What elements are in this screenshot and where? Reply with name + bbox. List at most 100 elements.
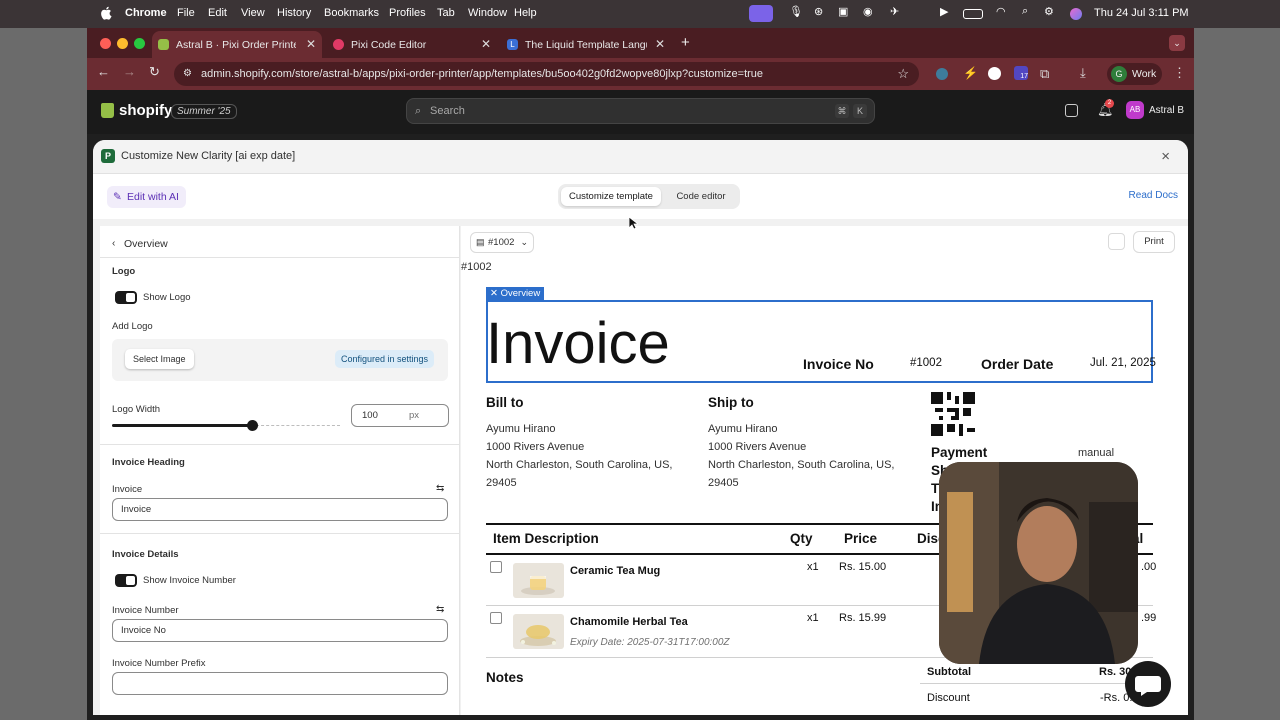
bookmark-star-icon[interactable]: ☆	[893, 62, 909, 86]
menu-profiles[interactable]: Profiles	[389, 7, 426, 19]
address-bar[interactable]: ⚙ admin.shopify.com/store/astral-b/apps/…	[174, 62, 919, 86]
more-menu-icon[interactable]: ⋮	[1173, 65, 1186, 81]
shopify-wordmark: shopify	[119, 102, 173, 119]
profile-button[interactable]: G Work	[1107, 63, 1162, 85]
invoice-prefix-input[interactable]	[112, 672, 448, 695]
calendar-icon[interactable]: ▣	[838, 5, 848, 18]
presenter-video	[939, 462, 1138, 664]
item-total: .00	[1141, 561, 1157, 573]
extension-icon[interactable]: ⚡	[963, 66, 978, 80]
show-logo-toggle[interactable]	[115, 291, 137, 304]
menu-window[interactable]: Window	[468, 7, 507, 19]
store-avatar[interactable]: AB	[1126, 101, 1144, 119]
read-docs-link[interactable]: Read Docs	[1129, 190, 1178, 201]
tab-customize-template[interactable]: Customize template	[561, 187, 661, 206]
kbd-k: K	[853, 104, 867, 118]
shopify-logo[interactable]: shopify	[101, 102, 172, 119]
sync-icon[interactable]: ⊛	[814, 5, 823, 18]
menu-history[interactable]: History	[277, 7, 311, 19]
menu-file[interactable]: File	[177, 7, 195, 19]
close-modal-icon[interactable]: ×	[1161, 148, 1170, 165]
print-button[interactable]: Print	[1133, 231, 1175, 253]
tab-pixi-code-editor[interactable]: Pixi Code Editor ✕	[327, 31, 497, 58]
tab-search-icon[interactable]: ⌄	[1169, 35, 1185, 51]
react-extension-icon[interactable]	[936, 68, 948, 80]
ship-to-name: Ayumu Hirano	[708, 423, 778, 435]
wifi-icon[interactable]: ◠	[996, 5, 1006, 18]
order-date-value: Jul. 21, 2025	[1090, 357, 1156, 369]
tab-liquid-docs[interactable]: L The Liquid Template Languag ✕	[501, 31, 671, 58]
clock[interactable]: Thu 24 Jul 3:11 PM	[1094, 7, 1189, 19]
menu-view[interactable]: View	[241, 7, 265, 19]
dynamic-source-icon[interactable]: ⇆	[436, 484, 447, 494]
close-window-icon[interactable]	[100, 38, 111, 49]
back-icon[interactable]: ←	[97, 64, 110, 79]
menu-tab[interactable]: Tab	[437, 7, 455, 19]
logo-width-input[interactable]: 100 px	[351, 404, 449, 427]
payment-label: Payment	[931, 445, 988, 460]
battery-icon[interactable]	[963, 9, 983, 19]
order-date-label: Order Date	[981, 356, 1054, 372]
overview-back-link[interactable]: Overview	[124, 238, 168, 250]
siri-icon[interactable]	[1070, 8, 1082, 20]
overview-tag[interactable]: ✕ Overview	[486, 287, 545, 300]
menu-help[interactable]: Help	[514, 7, 537, 19]
tab-pixi-order-printer[interactable]: Astral B · Pixi Order Printer · S ✕	[152, 31, 322, 58]
ship-to-line3: 29405	[708, 477, 739, 489]
chevron-left-icon[interactable]: ‹	[112, 238, 115, 249]
bill-to-line1: 1000 Rivers Avenue	[486, 441, 585, 453]
search-icon[interactable]: ⌕	[1022, 5, 1028, 18]
forward-icon[interactable]: →	[123, 64, 136, 79]
menu-bookmarks[interactable]: Bookmarks	[324, 7, 379, 19]
close-tab-icon[interactable]: ✕	[306, 37, 316, 51]
store-name[interactable]: Astral B	[1149, 105, 1184, 116]
control-center-icon[interactable]: ⚙	[1044, 5, 1054, 18]
screen-record-icon[interactable]	[749, 5, 773, 22]
fit-screen-icon[interactable]	[1108, 233, 1125, 250]
row-checkbox[interactable]	[490, 561, 502, 573]
close-tab-icon[interactable]: ✕	[481, 37, 491, 51]
zoom-window-icon[interactable]	[134, 38, 145, 49]
mode-switch: Customize template Code editor	[558, 184, 740, 209]
product-thumbnail	[513, 563, 564, 598]
qr-code	[931, 392, 975, 436]
select-image-button[interactable]: Select Image	[125, 349, 194, 369]
row-checkbox[interactable]	[490, 612, 502, 624]
show-invoice-number-toggle[interactable]	[115, 574, 137, 587]
dynamic-source-icon[interactable]: ⇆	[436, 605, 447, 615]
chat-button[interactable]	[1125, 661, 1171, 707]
site-info-icon[interactable]: ⚙	[183, 62, 192, 86]
invoice-heading-section-title: Invoice Heading	[112, 457, 185, 468]
invoice-number-input[interactable]: Invoice No	[112, 619, 448, 642]
menu-edit[interactable]: Edit	[208, 7, 227, 19]
close-tab-icon[interactable]: ✕	[655, 37, 665, 51]
divider	[100, 444, 459, 445]
play-icon[interactable]: ▶	[940, 5, 948, 18]
app-titlebar: P Customize New Clarity [ai exp date] ×	[93, 140, 1188, 174]
order-selector[interactable]: ▤ #1002 ⌄	[470, 232, 534, 253]
search-input[interactable]: ⌕ Search ⌘ K	[406, 98, 875, 124]
menu-app-name[interactable]: Chrome	[125, 7, 167, 19]
slider-handle[interactable]	[247, 420, 259, 431]
app-title: Customize New Clarity [ai exp date]	[121, 150, 296, 162]
microphone-icon[interactable]: 🎙	[789, 5, 803, 18]
extensions-puzzle-icon[interactable]: ⧉	[1040, 66, 1049, 82]
invoice-heading-input[interactable]: Invoice	[112, 498, 448, 521]
minimize-window-icon[interactable]	[117, 38, 128, 49]
tab-title: The Liquid Template Languag	[525, 38, 647, 51]
configured-badge: Configured in settings	[335, 350, 435, 368]
edition-badge[interactable]: Summer '25	[171, 104, 237, 119]
download-icon[interactable]: ⤓	[1080, 65, 1086, 81]
logo-width-slider[interactable]	[112, 420, 340, 431]
ship-to-address: Ayumu Hirano 1000 Rivers Avenue North Ch…	[708, 420, 894, 492]
apple-icon[interactable]	[100, 6, 112, 20]
extension-badge-icon[interactable]: 17	[1014, 66, 1028, 80]
store-icon[interactable]	[1065, 104, 1078, 117]
password-extension-icon[interactable]	[988, 67, 1001, 80]
edit-with-ai-button[interactable]: ✎ Edit with AI	[107, 186, 186, 208]
reload-icon[interactable]: ↻	[149, 64, 160, 80]
grammarly-icon[interactable]: ◉	[863, 5, 873, 18]
tab-code-editor[interactable]: Code editor	[665, 187, 737, 206]
plugin-icon[interactable]: ✈	[890, 5, 899, 18]
new-tab-button[interactable]: +	[681, 34, 690, 51]
